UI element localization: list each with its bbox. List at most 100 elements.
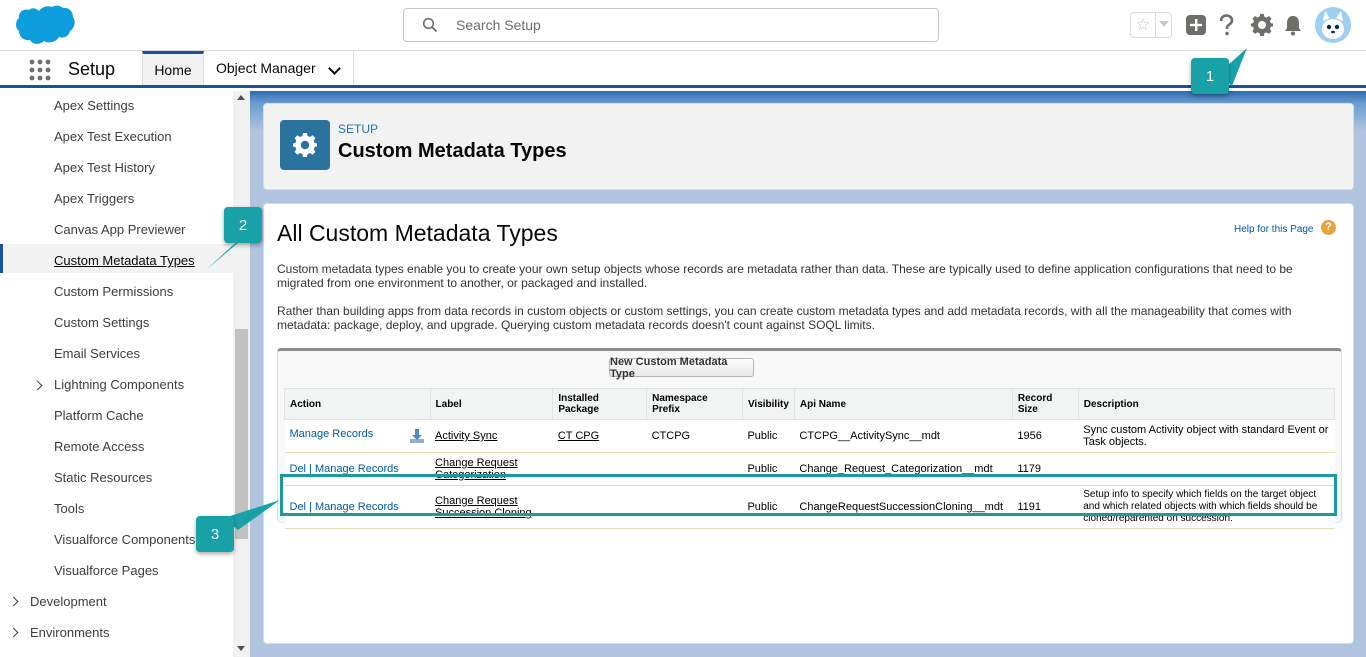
gear-icon[interactable] <box>1250 13 1274 37</box>
description-cell <box>1078 452 1335 486</box>
tab-home[interactable]: Home <box>142 51 204 85</box>
sidebar-item-apex-test-execution[interactable]: Apex Test Execution <box>54 129 172 144</box>
visibility-cell: Public <box>742 452 795 486</box>
callout-badge-1: 1 <box>1191 58 1229 94</box>
table-row: Del | Manage Records Change Request Cate… <box>284 452 1335 486</box>
callout-badge-2: 2 <box>224 207 262 243</box>
column-header-label[interactable]: Label <box>429 388 554 420</box>
action-cell: Del | Manage Records <box>284 452 431 486</box>
label-cell: Change Request Succession Cloning <box>430 485 553 529</box>
content-panel: All Custom Metadata Types Help for this … <box>263 203 1354 644</box>
breadcrumb: SETUP <box>338 122 379 136</box>
sidebar-item-custom-settings[interactable]: Custom Settings <box>54 315 149 330</box>
sidebar-item-visualforce-components[interactable]: Visualforce Components <box>54 532 195 547</box>
action-cell: Manage Records <box>284 419 431 453</box>
delete-link[interactable]: Del <box>290 501 307 513</box>
manage-records-link[interactable]: Manage Records <box>290 428 374 440</box>
sidebar-active-indicator <box>0 244 3 273</box>
sidebar-item-email-services[interactable]: Email Services <box>54 346 140 361</box>
app-launcher-icon[interactable] <box>29 59 51 81</box>
description-paragraph-2: Rather than building apps from data reco… <box>277 304 1292 332</box>
column-header-namespace-prefix[interactable]: Namespace Prefix <box>646 388 743 420</box>
sidebar-item-apex-test-history[interactable]: Apex Test History <box>54 160 155 175</box>
installed-package-cell: CT CPG <box>552 419 647 453</box>
sidebar-item-canvas-app-previewer[interactable]: Canvas App Previewer <box>54 222 186 237</box>
api-name-cell: ChangeRequestSuccessionCloning__mdt <box>794 485 1013 529</box>
sidebar-item-custom-permissions[interactable]: Custom Permissions <box>54 284 173 299</box>
label-cell: Change Request Categorization <box>430 452 553 486</box>
section-title: All Custom Metadata Types <box>277 220 558 246</box>
search-input[interactable]: Search Setup <box>403 8 939 42</box>
chevron-right-icon[interactable] <box>8 627 19 638</box>
installed-package-cell <box>552 485 647 529</box>
action-separator: | <box>306 463 315 475</box>
star-icon: ☆ <box>1131 13 1156 37</box>
record-size-cell: 1956 <box>1012 419 1079 453</box>
sidebar-item-visualforce-pages[interactable]: Visualforce Pages <box>54 563 159 578</box>
record-size-cell: 1191 <box>1012 485 1079 529</box>
sidebar-item-lightning-components[interactable]: Lightning Components <box>54 377 184 392</box>
tab-home-label: Home <box>154 61 192 78</box>
search-icon <box>422 17 438 33</box>
column-header-visibility[interactable]: Visibility <box>741 388 795 420</box>
setup-sidebar: Apex Settings Apex Test Execution Apex T… <box>0 91 250 657</box>
sidebar-item-apex-settings[interactable]: Apex Settings <box>54 98 134 113</box>
salesforce-logo-icon[interactable] <box>14 4 76 46</box>
new-custom-metadata-type-button[interactable]: New Custom Metadata Type <box>609 356 754 380</box>
favorites-button[interactable]: ☆ <box>1130 12 1172 38</box>
sidebar-item-tools[interactable]: Tools <box>54 501 84 516</box>
sidebar-scrollbar[interactable] <box>233 91 250 657</box>
sidebar-item-apex-triggers[interactable]: Apex Triggers <box>54 191 134 206</box>
column-header-api-name[interactable]: Api Name <box>793 388 1013 420</box>
description-cell: Sync custom Activity object with standar… <box>1078 419 1335 453</box>
help-icon[interactable] <box>1214 13 1238 37</box>
chevron-right-icon[interactable] <box>8 596 19 607</box>
table-header-row: Action Label Installed Package Namespace… <box>284 388 1336 420</box>
scrollbar-thumb[interactable] <box>235 329 248 539</box>
chevron-down-icon[interactable] <box>1159 21 1169 27</box>
page-header: SETUP Custom Metadata Types <box>263 103 1354 190</box>
context-bar: Setup Home Object Manager <box>0 51 1366 88</box>
setup-gear-icon <box>280 120 330 170</box>
chevron-right-icon[interactable] <box>32 380 43 391</box>
api-name-cell: CTCPG__ActivitySync__mdt <box>794 419 1013 453</box>
tab-object-manager[interactable]: Object Manager <box>204 51 354 85</box>
description-cell: Setup info to specify which fields on th… <box>1078 485 1335 529</box>
sidebar-item-platform-cache[interactable]: Platform Cache <box>54 408 144 423</box>
sidebar-item-development[interactable]: Development <box>30 594 107 609</box>
sidebar-item-custom-metadata-types[interactable]: Custom Metadata Types <box>54 253 195 268</box>
installed-package-cell <box>552 452 647 486</box>
visibility-cell: Public <box>742 419 795 453</box>
column-header-installed-package[interactable]: Installed Package <box>552 388 648 420</box>
record-size-cell: 1179 <box>1012 452 1079 486</box>
installed-package-link[interactable]: CT CPG <box>558 430 599 442</box>
sidebar-item-remote-access[interactable]: Remote Access <box>54 439 144 454</box>
help-question-icon[interactable]: ? <box>1321 220 1336 235</box>
scroll-down-arrow-icon[interactable] <box>237 646 245 651</box>
namespace-prefix-cell <box>646 452 743 486</box>
manage-records-link[interactable]: Manage Records <box>315 463 399 475</box>
label-link[interactable]: Change Request Succession Cloning <box>435 495 532 519</box>
column-header-description: Description <box>1077 388 1336 420</box>
column-header-record-size[interactable]: Record Size <box>1011 388 1079 420</box>
label-cell: Activity Sync <box>430 419 553 453</box>
label-link[interactable]: Activity Sync <box>435 430 497 442</box>
sidebar-item-static-resources[interactable]: Static Resources <box>54 470 152 485</box>
scroll-up-arrow-icon[interactable] <box>237 95 245 100</box>
api-name-cell: Change_Request_Categorization__mdt <box>794 452 1013 486</box>
managed-package-download-icon <box>410 429 425 443</box>
help-for-page-link[interactable]: Help for this Page <box>1234 224 1314 235</box>
page-title: Custom Metadata Types <box>338 140 567 162</box>
avatar[interactable] <box>1315 7 1351 43</box>
label-link[interactable]: Change Request Categorization <box>435 457 518 481</box>
add-icon[interactable] <box>1184 13 1208 37</box>
tab-object-manager-label: Object Manager <box>216 60 316 76</box>
sidebar-item-environments[interactable]: Environments <box>30 625 109 640</box>
manage-records-link[interactable]: Manage Records <box>315 501 399 513</box>
notification-bell-icon[interactable] <box>1281 13 1305 37</box>
delete-link[interactable]: Del <box>290 463 307 475</box>
callout-badge-3: 3 <box>196 516 234 552</box>
table-row: Manage Records Activity Sync CT CPG CTCP… <box>284 419 1335 453</box>
chevron-down-icon[interactable] <box>328 62 341 75</box>
column-header-action: Action <box>284 388 431 420</box>
